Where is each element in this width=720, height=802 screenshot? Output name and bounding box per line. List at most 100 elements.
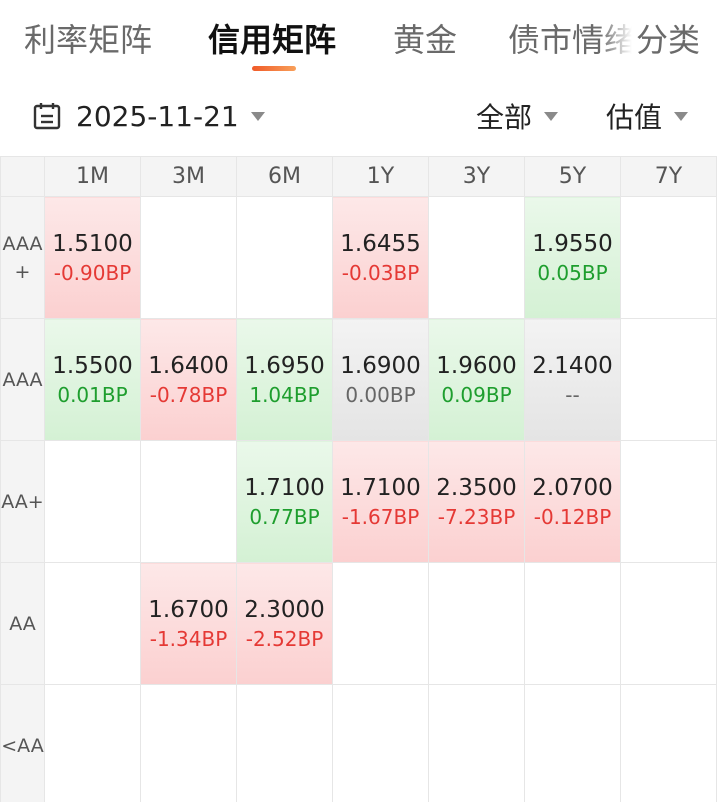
matrix-cell — [620, 196, 717, 319]
bp-change: -1.34BP — [149, 626, 228, 651]
credit-matrix: 1M 3M 6M 1Y 3Y 5Y 7Y AAA +1.5100 -0.90BP 1.… — [0, 156, 720, 802]
yield-value: 2.3500 — [436, 474, 517, 501]
matrix-cell[interactable]: 1.6700 -1.34BP — [140, 562, 237, 685]
caret-down-icon — [250, 111, 265, 121]
selected-date: 2025-11-21 — [76, 99, 239, 133]
yield-value: 2.3000 — [244, 596, 325, 623]
matrix-cell — [524, 562, 621, 685]
bp-change: -- — [565, 382, 580, 407]
yield-value: 1.6455 — [340, 230, 421, 257]
active-tab-indicator — [252, 66, 296, 71]
matrix-cell — [428, 684, 525, 802]
tab-credit-matrix[interactable]: 信用矩阵 — [208, 18, 336, 62]
matrix-row: AAA 1.5500 0.01BP 1.6400 -0.78BP 1.6950 1.04BP… — [0, 318, 717, 441]
bp-change: 0.05BP — [537, 260, 608, 285]
yield-value: 1.5500 — [52, 352, 133, 379]
matrix-cell[interactable]: 1.5100 -0.90BP — [44, 196, 141, 319]
matrix-cell — [524, 684, 621, 802]
bp-change: 0.01BP — [57, 382, 128, 407]
calendar-icon — [33, 103, 61, 130]
matrix-cell — [620, 318, 717, 441]
matrix-cell[interactable]: 1.9550 0.05BP — [524, 196, 621, 319]
matrix-cell[interactable]: 1.5500 0.01BP — [44, 318, 141, 441]
tab-bond-sentiment[interactable]: 债市情绪 — [508, 18, 636, 62]
matrix-cell[interactable]: 1.7100 -1.67BP — [332, 440, 429, 563]
caret-down-icon — [674, 111, 689, 121]
metric-dropdown[interactable]: 估值 — [606, 88, 689, 144]
yield-value: 1.7100 — [340, 474, 421, 501]
matrix-corner — [0, 156, 45, 197]
bp-change: -2.52BP — [245, 626, 324, 651]
tab-rate-matrix[interactable]: 利率矩阵 — [24, 18, 152, 62]
matrix-row: AAA + 1.5100 -0.90BP 1.6455 -0.03BP 1.9550 0.05… — [0, 196, 717, 319]
bp-change: 1.04BP — [249, 382, 320, 407]
tab-gold[interactable]: 黄金 — [393, 18, 457, 62]
matrix-cell — [332, 684, 429, 802]
rating-label: AAA + — [0, 196, 45, 319]
matrix-cell[interactable]: 1.6455 -0.03BP — [332, 196, 429, 319]
rating-label: AAA — [0, 318, 45, 441]
matrix-cell — [44, 562, 141, 685]
matrix-cell[interactable]: 2.3000 -2.52BP — [236, 562, 333, 685]
bp-change: -0.03BP — [341, 260, 420, 285]
column-header: 3M — [140, 156, 237, 197]
column-header: 1Y — [332, 156, 429, 197]
rating-label: AA+ — [0, 440, 45, 563]
yield-value: 1.9550 — [532, 230, 613, 257]
tab-bar: 利率矩阵 信用矩阵 黄金 债市情绪 分类 — [0, 0, 720, 80]
rating-label: AA — [0, 562, 45, 685]
matrix-cell[interactable]: 2.0700 -0.12BP — [524, 440, 621, 563]
yield-value: 1.7100 — [244, 474, 325, 501]
yield-value: 1.5100 — [52, 230, 133, 257]
matrix-cell[interactable]: 2.1400 -- — [524, 318, 621, 441]
yield-value: 2.0700 — [532, 474, 613, 501]
column-header: 5Y — [524, 156, 621, 197]
matrix-cell[interactable]: 1.6950 1.04BP — [236, 318, 333, 441]
column-header: 3Y — [428, 156, 525, 197]
bp-change: -1.67BP — [341, 504, 420, 529]
column-header: 1M — [44, 156, 141, 197]
matrix-cell[interactable]: 1.6900 0.00BP — [332, 318, 429, 441]
matrix-table: 1M 3M 6M 1Y 3Y 5Y 7Y AAA +1.5100 -0.90BP 1.… — [0, 156, 717, 802]
matrix-cell — [236, 196, 333, 319]
bp-change: -0.12BP — [533, 504, 612, 529]
matrix-cell[interactable]: 1.6400 -0.78BP — [140, 318, 237, 441]
matrix-cell — [44, 684, 141, 802]
column-header: 7Y — [620, 156, 717, 197]
rating-label: <AA — [0, 684, 45, 802]
bp-change: -0.90BP — [53, 260, 132, 285]
matrix-cell — [332, 562, 429, 685]
matrix-cell — [236, 684, 333, 802]
yield-value: 1.6700 — [148, 596, 229, 623]
yield-value: 2.1400 — [532, 352, 613, 379]
bp-change: 0.09BP — [441, 382, 512, 407]
bp-change: 0.00BP — [345, 382, 416, 407]
date-picker[interactable]: 2025-11-21 — [32, 88, 265, 144]
tab-category[interactable]: 分类 — [632, 18, 701, 62]
metric-value: 估值 — [606, 101, 663, 134]
yield-value: 1.6950 — [244, 352, 325, 379]
column-header: 6M — [236, 156, 333, 197]
matrix-cell[interactable]: 1.7100 0.77BP — [236, 440, 333, 563]
yield-value: 1.9600 — [436, 352, 517, 379]
matrix-cell — [428, 562, 525, 685]
yield-value: 1.6900 — [340, 352, 421, 379]
matrix-cell[interactable]: 2.3500 -7.23BP — [428, 440, 525, 563]
matrix-row: <AA — [0, 684, 717, 802]
matrix-cell — [44, 440, 141, 563]
matrix-cell — [620, 684, 717, 802]
matrix-row: AA+ 1.7100 0.77BP 1.7100 -1.67BP 2.3500 -7.23B… — [0, 440, 717, 563]
bp-change: -7.23BP — [437, 504, 516, 529]
caret-down-icon — [544, 111, 559, 121]
matrix-cell — [428, 196, 525, 319]
scope-dropdown[interactable]: 全部 — [476, 88, 559, 144]
bp-change: 0.77BP — [249, 504, 320, 529]
matrix-cell[interactable]: 1.9600 0.09BP — [428, 318, 525, 441]
bp-change: -0.78BP — [149, 382, 228, 407]
filter-bar: 2025-11-21 全部 估值 — [0, 88, 720, 144]
scope-value: 全部 — [476, 101, 533, 134]
yield-value: 1.6400 — [148, 352, 229, 379]
column-header-row: 1M 3M 6M 1Y 3Y 5Y 7Y — [0, 156, 717, 197]
matrix-cell — [140, 684, 237, 802]
matrix-row: AA 1.6700 -1.34BP 2.3000 -2.52BP — [0, 562, 717, 685]
